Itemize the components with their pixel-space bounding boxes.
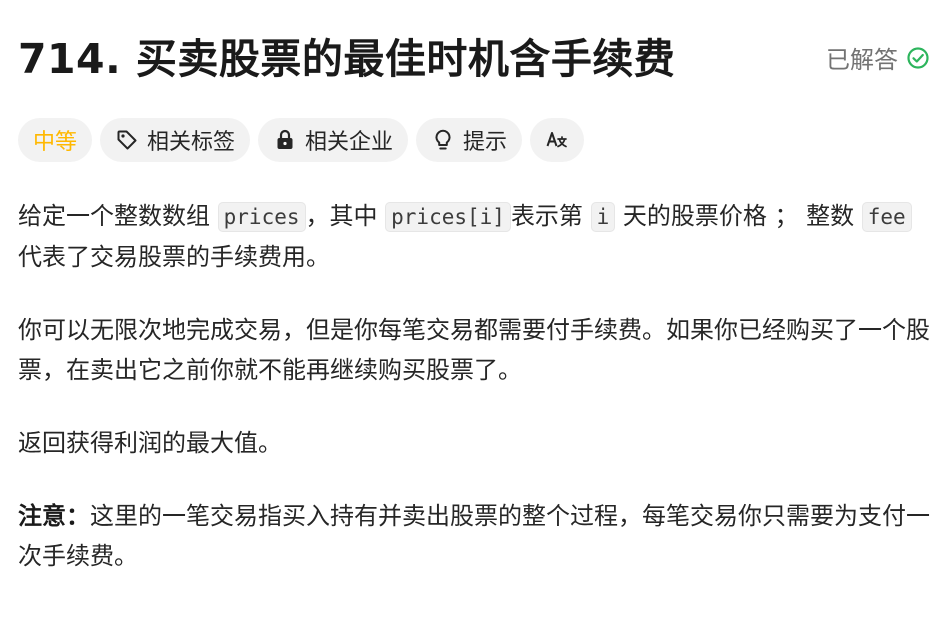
- code-i: i: [590, 202, 616, 232]
- related-tags-label: 相关标签: [147, 130, 236, 155]
- description-note: 注意：这里的一笔交易指买入持有并卖出股票的整个过程，每笔交易你只需要为支付一次手…: [18, 496, 930, 576]
- translate-button[interactable]: [530, 118, 585, 162]
- title-row: 714. 买卖股票的最佳时机含手续费 已解答: [18, 0, 930, 118]
- solved-label: 已解答: [826, 46, 898, 74]
- description-paragraph-3: 返回获得利润的最大值。: [18, 429, 282, 457]
- hint-label: 提示: [463, 130, 508, 155]
- problem-panel: 714. 买卖股票的最佳时机含手续费 已解答 中等 相关标签 相关企业 提示 给…: [18, 0, 930, 609]
- note-text: 这里的一笔交易指买入持有并卖出股票的整个过程，每笔交易你只需要为支付一次手续费。: [18, 502, 930, 570]
- solved-status[interactable]: 已解答: [826, 40, 930, 75]
- related-companies-label: 相关企业: [305, 130, 394, 155]
- tag-bar: 中等 相关标签 相关企业 提示: [18, 118, 930, 162]
- related-tags-button[interactable]: 相关标签: [100, 118, 251, 162]
- problem-title[interactable]: 714. 买卖股票的最佳时机含手续费: [18, 30, 675, 88]
- lock-icon: [277, 129, 293, 149]
- lightbulb-icon: [435, 129, 451, 150]
- hint-button[interactable]: 提示: [416, 118, 523, 162]
- problem-description: 给定一个整数数组 prices ，其中 prices[i] 表示第 i 天的股票价格…: [18, 196, 930, 576]
- difficulty-badge[interactable]: 中等: [18, 118, 93, 162]
- code-prices-i: prices[i]: [385, 202, 511, 232]
- description-paragraph-2: 你可以无限次地完成交易，但是你每笔交易都需要付手续费。如果你已经购买了一个股票，…: [18, 316, 930, 384]
- translate-icon: [546, 132, 567, 148]
- related-companies-button[interactable]: 相关企业: [258, 118, 409, 162]
- check-circle-icon: [907, 46, 929, 69]
- tag-icon: [117, 130, 137, 150]
- difficulty-label: 中等: [33, 130, 78, 155]
- note-label: 注意：: [18, 502, 90, 530]
- description-paragraph-1: 给定一个整数数组 prices ，其中 prices[i] 表示第 i 天的股票价格…: [18, 196, 930, 277]
- code-prices: prices: [217, 202, 306, 232]
- code-fee: fee: [861, 202, 912, 232]
